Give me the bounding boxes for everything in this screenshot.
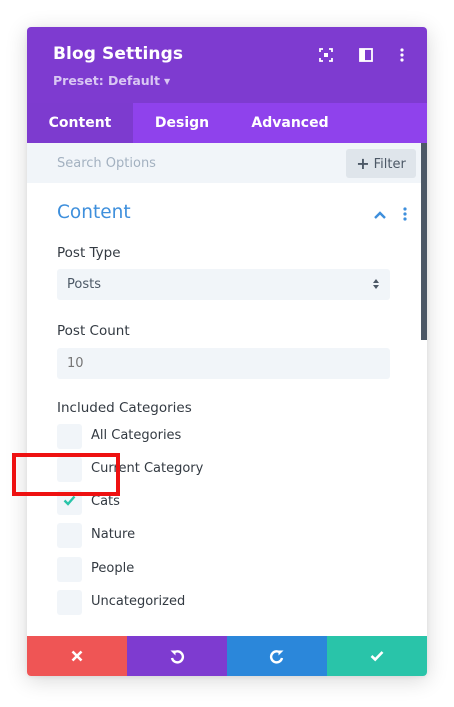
kebab-menu-icon[interactable] [394,47,410,63]
section-kebab-icon[interactable] [399,205,411,223]
scrollbar-thumb[interactable] [421,143,427,340]
redo-button[interactable] [227,636,327,676]
settings-tabs: Content Design Advanced [27,103,427,143]
search-bar: +Filter [27,143,427,183]
category-label: All Categories [91,428,182,443]
checkbox[interactable] [57,523,82,548]
blog-settings-modal: Blog Settings Preset: Default ▼ Content D… [27,27,427,676]
search-options-input[interactable] [27,143,337,183]
post-count-label: Post Count [57,323,130,339]
post-type-value: Posts [67,277,101,292]
category-label: Uncategorized [91,594,186,609]
filter-button[interactable]: + Filter [346,149,416,178]
close-icon [71,650,83,662]
filter-label: Filter [373,157,406,172]
checkbox-checked[interactable] [57,490,82,515]
checkbox[interactable] [57,424,82,449]
included-categories-label: Included Categories [57,400,192,416]
section-title: Content [57,202,131,223]
tab-design[interactable]: Design [133,103,231,143]
category-cats[interactable]: Cats [57,490,357,515]
checkbox[interactable] [57,590,82,615]
modal-header: Blog Settings Preset: Default ▼ [27,27,427,103]
undo-icon [170,650,184,664]
post-type-label: Post Type [57,245,121,261]
category-label: Cats [91,494,120,509]
post-count-input[interactable] [57,348,390,379]
category-nature[interactable]: Nature [57,523,357,548]
category-label: People [91,561,135,576]
category-people[interactable]: People [57,557,357,582]
caret-down-icon: ▼ [163,77,171,86]
checkbox[interactable] [57,557,82,582]
select-arrows-icon [372,276,380,292]
category-current-category[interactable]: Current Category [57,457,357,482]
redo-icon [270,650,284,664]
category-label: Current Category [91,461,204,476]
tab-content[interactable]: Content [27,103,133,143]
save-button[interactable] [327,636,427,676]
sidebar-layout-icon[interactable] [358,47,374,63]
chevron-up-icon[interactable] [373,207,387,221]
checkmark-icon [63,495,76,506]
category-all-categories[interactable]: All Categories [57,424,357,449]
cancel-button[interactable] [27,636,127,676]
preset-selector[interactable]: Preset: Default ▼ [53,73,170,88]
modal-title: Blog Settings [53,44,184,64]
expand-icon[interactable] [318,47,334,63]
plus-icon: + [356,154,370,173]
category-uncategorized[interactable]: Uncategorized [57,590,357,615]
checkbox[interactable] [57,457,82,482]
modal-footer [27,636,427,676]
post-type-select[interactable]: Posts [57,269,390,300]
undo-button[interactable] [127,636,227,676]
check-icon [370,651,384,662]
category-label: Nature [91,527,136,542]
preset-label: Preset: Default [53,73,160,88]
tab-advanced[interactable]: Advanced [231,103,349,143]
